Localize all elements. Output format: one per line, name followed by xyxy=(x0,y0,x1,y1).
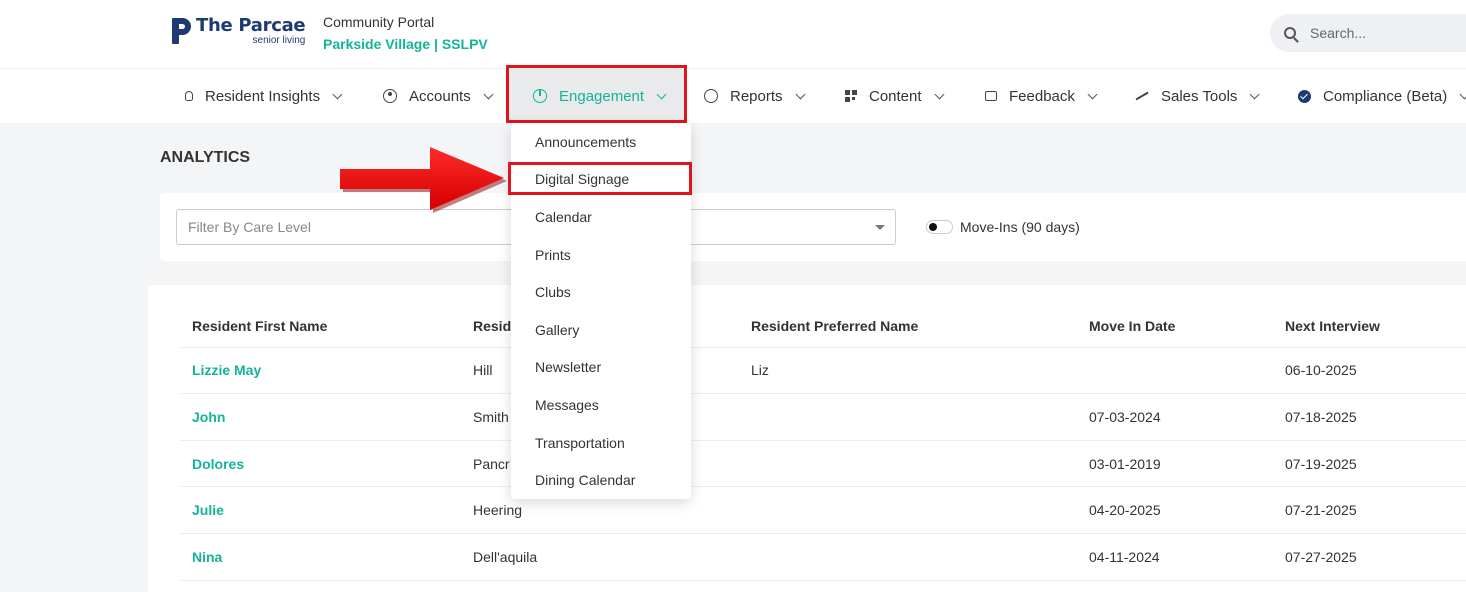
move-ins-toggle[interactable] xyxy=(926,220,953,234)
top-header: The Parcae senior living Community Porta… xyxy=(0,0,1466,68)
menu-item-dining-calendar[interactable]: Dining Calendar xyxy=(535,472,635,488)
row-divider xyxy=(180,393,1466,394)
menu-item-gallery[interactable]: Gallery xyxy=(535,322,579,338)
resident-preferred-name: Liz xyxy=(751,362,769,378)
brand-name: The Parcae xyxy=(196,15,306,36)
move-in-date: 04-20-2025 xyxy=(1089,502,1161,518)
row-divider xyxy=(180,533,1466,534)
filter-placeholder: Filter By Care Level xyxy=(188,219,311,235)
nav-reports[interactable]: Reports xyxy=(704,69,805,123)
circle-icon xyxy=(704,89,718,103)
grid-icon xyxy=(845,90,857,102)
nav-sales-tools[interactable]: Sales Tools xyxy=(1135,69,1260,123)
trend-icon xyxy=(1135,91,1149,101)
chat-icon xyxy=(985,91,997,101)
column-header[interactable]: Resident Preferred Name xyxy=(751,318,918,334)
resident-last-name: Pancr xyxy=(473,456,510,472)
nav-label: Feedback xyxy=(1009,87,1075,105)
nav-label: Resident Insights xyxy=(205,87,321,105)
nav-compliance[interactable]: Compliance (Beta) xyxy=(1298,69,1466,123)
resident-last-name: Heering xyxy=(473,502,523,518)
caret-down-icon xyxy=(875,225,885,230)
row-divider xyxy=(180,486,1466,487)
chevron-down-icon xyxy=(934,89,944,99)
logo-mark-icon xyxy=(170,16,192,46)
nav-feedback[interactable]: Feedback xyxy=(985,69,1098,123)
brand-logo[interactable]: The Parcae senior living xyxy=(170,15,306,46)
resident-first-name-link[interactable]: Dolores xyxy=(192,456,244,472)
nav-resident-insights[interactable]: Resident Insights xyxy=(182,69,343,123)
menu-item-prints[interactable]: Prints xyxy=(535,247,571,263)
nav-label: Accounts xyxy=(409,87,471,105)
column-header[interactable]: Move In Date xyxy=(1089,318,1175,334)
main-nav: Resident Insights Accounts Engagement Re… xyxy=(0,68,1466,123)
user-circle-icon xyxy=(383,89,397,103)
badge-check-icon xyxy=(1298,89,1311,103)
highlight-box-digital-signage xyxy=(508,162,692,195)
move-in-date: 07-03-2024 xyxy=(1089,409,1161,425)
nav-label: Compliance (Beta) xyxy=(1323,87,1448,105)
next-interview-date: 07-27-2025 xyxy=(1285,549,1357,565)
nav-label: Sales Tools xyxy=(1161,87,1238,105)
row-divider xyxy=(180,440,1466,441)
chevron-down-icon xyxy=(795,89,805,99)
lightbulb-icon xyxy=(185,91,193,101)
next-interview-date: 07-19-2025 xyxy=(1285,456,1357,472)
section-title: ANALYTICS xyxy=(160,149,251,166)
menu-item-newsletter[interactable]: Newsletter xyxy=(535,359,601,375)
brand-tagline: senior living xyxy=(252,35,306,46)
portal-info: Community Portal Parkside Village | SSLP… xyxy=(323,14,488,52)
menu-item-announcements[interactable]: Announcements xyxy=(535,134,636,150)
chevron-down-icon xyxy=(483,89,494,99)
menu-item-transportation[interactable]: Transportation xyxy=(535,435,625,451)
move-in-date: 04-11-2024 xyxy=(1089,549,1160,565)
portal-label: Community Portal xyxy=(323,14,435,30)
highlight-box-engagement xyxy=(506,65,687,123)
chevron-down-icon xyxy=(1249,89,1260,99)
search-input[interactable] xyxy=(1310,25,1460,41)
next-interview-date: 07-18-2025 xyxy=(1285,409,1357,425)
resident-first-name-link[interactable]: John xyxy=(192,409,225,425)
column-header[interactable]: Next Interview xyxy=(1285,318,1380,334)
move-in-date: 03-01-2019 xyxy=(1089,456,1161,472)
move-ins-toggle-label: Move-Ins (90 days) xyxy=(960,219,1080,235)
nav-content[interactable]: Content xyxy=(845,69,944,123)
resident-first-name-link[interactable]: Nina xyxy=(192,549,222,565)
menu-item-clubs[interactable]: Clubs xyxy=(535,284,571,300)
resident-last-name: Hill xyxy=(473,362,493,378)
chevron-down-icon xyxy=(1087,89,1098,99)
nav-label: Reports xyxy=(730,87,783,105)
resident-first-name-link[interactable]: Lizzie May xyxy=(192,362,261,378)
nav-label: Content xyxy=(869,87,922,105)
chevron-down-icon xyxy=(1459,89,1466,99)
resident-last-name: Dell'aquila xyxy=(473,549,538,565)
red-arrow-icon xyxy=(340,147,507,213)
row-divider xyxy=(180,580,1466,581)
toggle-knob xyxy=(929,223,937,231)
row-divider xyxy=(180,347,1466,348)
menu-item-messages[interactable]: Messages xyxy=(535,397,599,413)
column-header[interactable]: Resident First Name xyxy=(192,318,327,334)
portal-site-name[interactable]: Parkside Village | SSLPV xyxy=(323,36,488,52)
resident-first-name-link[interactable]: Julie xyxy=(192,502,224,518)
search-icon xyxy=(1284,27,1296,39)
resident-last-name: Smith xyxy=(473,409,509,425)
next-interview-date: 07-21-2025 xyxy=(1285,502,1357,518)
nav-accounts[interactable]: Accounts xyxy=(383,69,494,123)
chevron-down-icon xyxy=(332,89,343,99)
search-box[interactable] xyxy=(1270,14,1466,52)
next-interview-date: 06-10-2025 xyxy=(1285,362,1357,378)
column-header[interactable]: Resid xyxy=(473,318,511,334)
menu-item-calendar[interactable]: Calendar xyxy=(535,209,592,225)
